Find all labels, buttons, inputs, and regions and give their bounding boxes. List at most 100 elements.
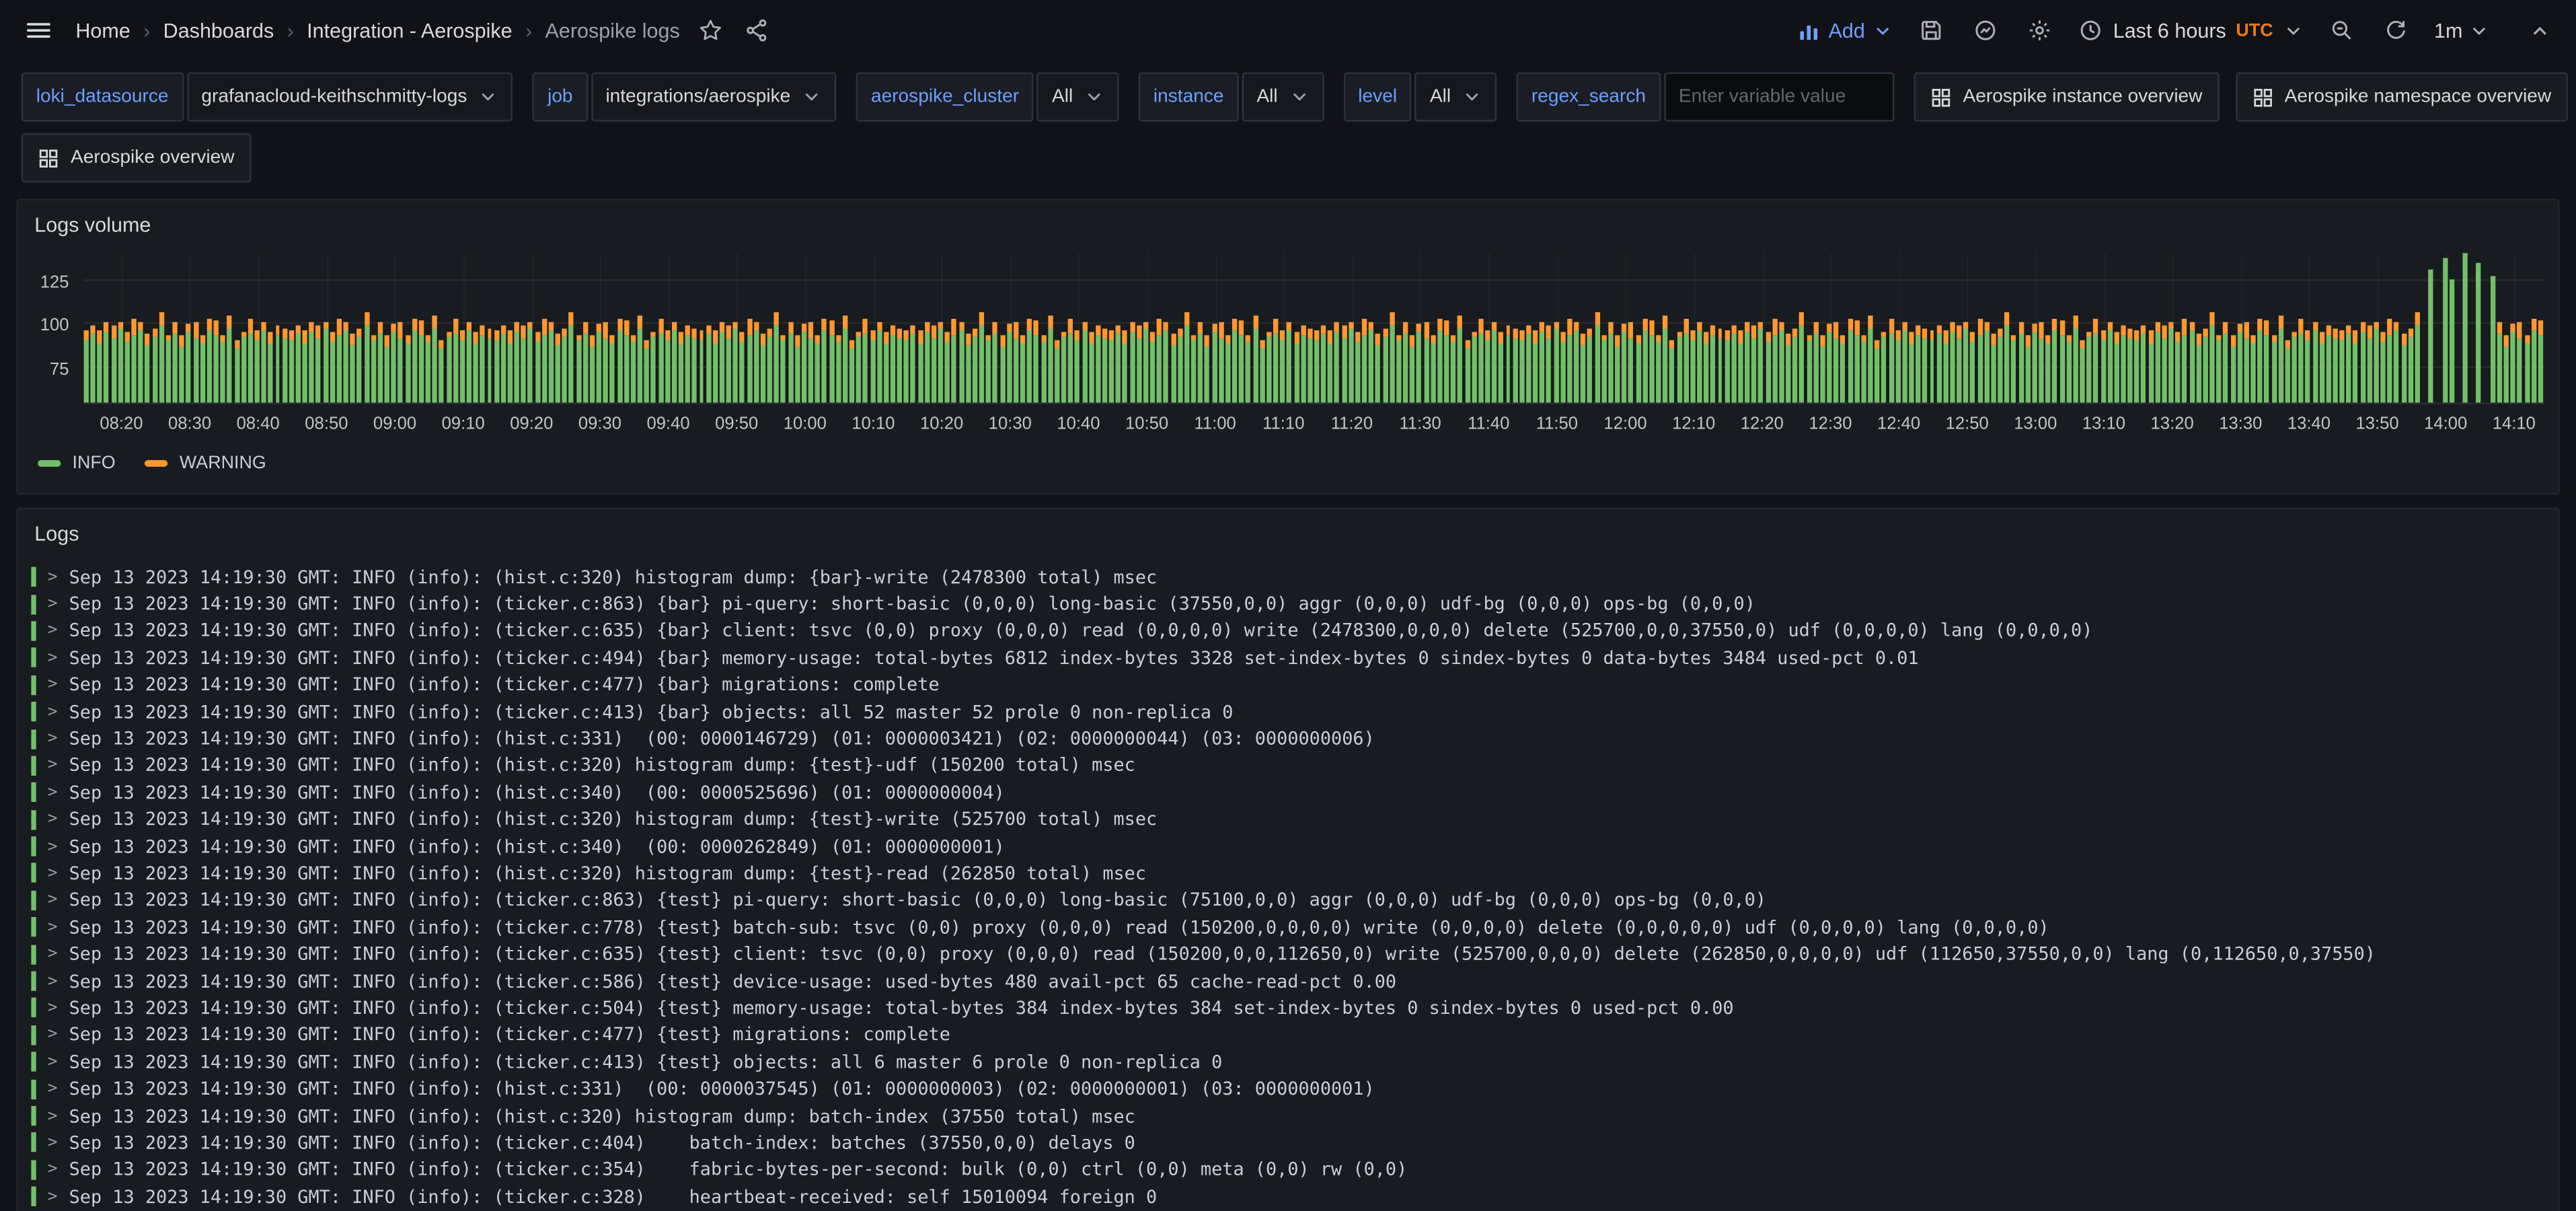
zoom-out-button[interactable]: [2326, 15, 2357, 46]
chart-bar-warning: [419, 321, 424, 335]
log-row[interactable]: >Sep 13 2023 14:19:30 GMT: INFO (info): …: [31, 860, 2558, 887]
chart-bar-info: [822, 330, 827, 402]
chart-bar-info: [1875, 348, 1880, 402]
chart-bar-info: [494, 340, 498, 402]
chart-bar-warning: [432, 316, 437, 328]
chart-bar-warning: [2367, 326, 2372, 338]
log-row[interactable]: >Sep 13 2023 14:19:30 GMT: INFO (info): …: [31, 1157, 2558, 1183]
log-text: Sep 13 2023 14:19:30 GMT: INFO (info): (…: [69, 782, 1005, 803]
log-level-indicator-info: [31, 945, 36, 964]
legend-item-info[interactable]: INFO: [38, 453, 115, 473]
log-row[interactable]: >Sep 13 2023 14:19:30 GMT: INFO (info): …: [31, 967, 2558, 994]
chart-bar-warning: [1048, 316, 1053, 328]
log-row[interactable]: >Sep 13 2023 14:19:30 GMT: INFO (info): …: [31, 1021, 2558, 1048]
chart-bar-info: [843, 328, 847, 402]
log-row[interactable]: >Sep 13 2023 14:19:30 GMT: INFO (info): …: [31, 1075, 2558, 1102]
dashboard-link-aerospike-instance-overview[interactable]: Aerospike instance overview: [1914, 72, 2219, 121]
log-text: Sep 13 2023 14:19:30 GMT: INFO (info): (…: [69, 863, 1146, 884]
save-dashboard-button[interactable]: [1916, 15, 1947, 46]
expand-log-icon: >: [48, 945, 64, 963]
favorite-star-button[interactable]: [695, 15, 726, 46]
log-row[interactable]: >Sep 13 2023 14:19:30 GMT: INFO (info): …: [31, 994, 2558, 1021]
legend-item-warning[interactable]: WARNING: [145, 453, 266, 473]
variable-value: All: [1430, 87, 1451, 106]
breadcrumb-item-dashboards[interactable]: Dashboards: [163, 19, 274, 42]
legend-label: INFO: [72, 453, 115, 473]
chart-bar-warning: [2504, 335, 2509, 347]
variable-value-dropdown-job[interactable]: integrations/aerospike: [591, 72, 836, 121]
chart-bar-info: [2381, 342, 2386, 402]
chart-bar-warning: [1239, 321, 1244, 335]
log-row[interactable]: >Sep 13 2023 14:19:30 GMT: INFO (info): …: [31, 564, 2558, 591]
breadcrumb-item-home[interactable]: Home: [75, 19, 130, 42]
chart-bar-warning: [316, 326, 321, 338]
chart-bar-info: [1437, 330, 1442, 402]
variable-value-dropdown-instance[interactable]: All: [1242, 72, 1324, 121]
chart-bar-warning: [1731, 326, 1736, 333]
chart-bar-info: [829, 335, 833, 403]
chart-bar-info: [268, 344, 273, 403]
log-row[interactable]: >Sep 13 2023 14:19:30 GMT: INFO (info): …: [31, 887, 2558, 914]
refresh-button[interactable]: [2380, 15, 2411, 46]
x-axis-label: 08:30: [168, 414, 211, 434]
chart-bar-info: [1164, 330, 1168, 402]
chart-bar-warning: [692, 328, 697, 338]
time-range-picker[interactable]: Last 6 hours UTC: [2078, 18, 2302, 43]
chart-bar-warning: [1861, 335, 1866, 342]
dashboard-insights-button[interactable]: [1970, 15, 2001, 46]
panel-header[interactable]: Logs: [18, 509, 2558, 557]
variable-input-regex-search[interactable]: [1664, 72, 1894, 121]
variable-value-dropdown-loki-datasource[interactable]: grafanacloud-keithschmitty-logs: [186, 72, 513, 121]
log-row[interactable]: >Sep 13 2023 14:19:30 GMT: INFO (info): …: [31, 725, 2558, 752]
log-row[interactable]: >Sep 13 2023 14:19:30 GMT: INFO (info): …: [31, 698, 2558, 725]
chart-bar-warning: [1089, 332, 1094, 344]
refresh-interval-dropdown[interactable]: 1m: [2434, 19, 2489, 42]
chart-bar-warning: [1868, 316, 1872, 328]
chart-bar-info: [1137, 338, 1141, 403]
chart-bar-info: [1554, 328, 1558, 402]
variable-value-dropdown-aerospike-cluster[interactable]: All: [1037, 72, 1119, 121]
chart-bar-warning: [1766, 332, 1770, 342]
collapse-toolbar-button[interactable]: [2525, 15, 2554, 45]
chart-plot-area[interactable]: [84, 253, 2545, 404]
add-button[interactable]: Add: [1797, 19, 1893, 42]
share-dashboard-button[interactable]: [741, 15, 771, 46]
breadcrumb-item-integration-aerospike[interactable]: Integration - Aerospike: [307, 19, 513, 42]
chart-bar-warning: [569, 312, 574, 326]
menu-toggle-button[interactable]: [22, 13, 56, 48]
dashboard-link-aerospike-overview[interactable]: Aerospike overview: [22, 133, 251, 182]
chart-bar-info: [2018, 333, 2023, 402]
chart-bar-info: [98, 344, 102, 403]
log-row[interactable]: >Sep 13 2023 14:19:30 GMT: INFO (info): …: [31, 1103, 2558, 1130]
gear-icon: [2028, 18, 2053, 43]
chart-bar-info: [2367, 338, 2372, 403]
chart-bar-info: [480, 335, 485, 403]
log-row[interactable]: >Sep 13 2023 14:19:30 GMT: INFO (info): …: [31, 941, 2558, 967]
log-row[interactable]: >Sep 13 2023 14:19:30 GMT: INFO (info): …: [31, 779, 2558, 806]
chart-bar-warning: [227, 316, 232, 328]
panel-header[interactable]: Logs volume: [18, 200, 2558, 248]
chart-bar-warning: [1875, 340, 1880, 348]
log-row[interactable]: >Sep 13 2023 14:19:30 GMT: INFO (info): …: [31, 1048, 2558, 1075]
log-row[interactable]: >Sep 13 2023 14:19:30 GMT: INFO (info): …: [31, 645, 2558, 671]
log-row[interactable]: >Sep 13 2023 14:19:30 GMT: INFO (info): …: [31, 671, 2558, 698]
chart-bar-warning: [767, 328, 772, 336]
dashboard-link-aerospike-namespace-overview[interactable]: Aerospike namespace overview: [2235, 72, 2567, 121]
log-row[interactable]: >Sep 13 2023 14:19:30 GMT: INFO (info): …: [31, 618, 2558, 645]
chart-bar-info: [159, 326, 163, 403]
log-row[interactable]: >Sep 13 2023 14:19:30 GMT: INFO (info): …: [31, 1130, 2558, 1157]
log-row[interactable]: >Sep 13 2023 14:19:30 GMT: INFO (info): …: [31, 1183, 2558, 1210]
log-row[interactable]: >Sep 13 2023 14:19:30 GMT: INFO (info): …: [31, 914, 2558, 941]
log-row[interactable]: >Sep 13 2023 14:19:30 GMT: INFO (info): …: [31, 752, 2558, 779]
log-row[interactable]: >Sep 13 2023 14:19:30 GMT: INFO (info): …: [31, 591, 2558, 618]
chart-bar-info: [200, 344, 204, 403]
refresh-interval-label: 1m: [2434, 19, 2462, 42]
log-row[interactable]: >Sep 13 2023 14:19:30 GMT: INFO (info): …: [31, 833, 2558, 860]
chart-bar-info: [2224, 333, 2228, 402]
chart-bar-info: [1731, 333, 1736, 402]
chart-bar-warning: [2155, 323, 2160, 332]
dashboard-settings-button[interactable]: [2024, 15, 2055, 46]
chart-bar-warning: [1102, 328, 1107, 338]
log-row[interactable]: >Sep 13 2023 14:19:30 GMT: INFO (info): …: [31, 806, 2558, 833]
variable-value-dropdown-level[interactable]: All: [1415, 72, 1497, 121]
